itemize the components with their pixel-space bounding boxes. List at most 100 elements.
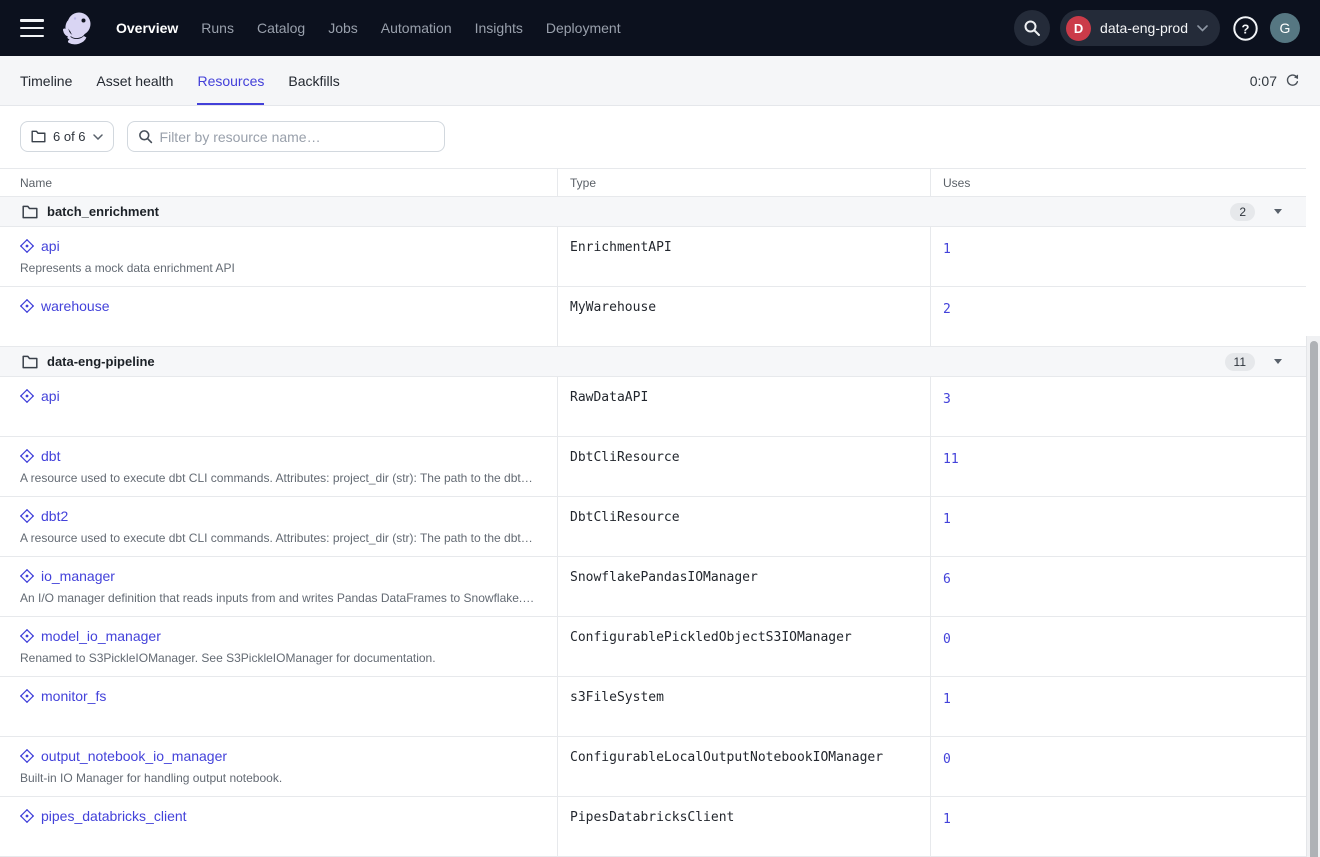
group-filter-button[interactable]: 6 of 6: [20, 121, 114, 152]
resource-name-link[interactable]: monitor_fs: [41, 688, 106, 704]
column-header-uses: Uses: [930, 169, 1306, 196]
resource-icon: [20, 629, 34, 643]
resource-name-link[interactable]: dbt2: [41, 508, 68, 524]
group-name: batch_enrichment: [47, 204, 159, 219]
chevron-down-icon: [93, 134, 103, 140]
refresh-icon[interactable]: [1285, 73, 1300, 88]
group-count-badge: 2: [1230, 203, 1255, 221]
resource-description: Built-in IO Manager for handling output …: [20, 771, 535, 785]
resource-type: PipesDatabricksClient: [557, 797, 930, 856]
resource-type: s3FileSystem: [557, 677, 930, 736]
octopus-icon: [58, 8, 96, 48]
chevron-down-icon: [1197, 25, 1208, 32]
help-button[interactable]: ?: [1230, 13, 1260, 43]
resource-type: ConfigurableLocalOutputNotebookIOManager: [557, 737, 930, 796]
resource-uses-link[interactable]: 0: [943, 752, 951, 767]
nav-item-jobs[interactable]: Jobs: [328, 20, 358, 36]
nav-item-automation[interactable]: Automation: [381, 20, 452, 36]
resource-name-link[interactable]: api: [41, 238, 60, 254]
overview-tab-bar: Timeline Asset health Resources Backfill…: [0, 56, 1320, 106]
resource-icon: [20, 749, 34, 763]
resource-type: MyWarehouse: [557, 287, 930, 346]
tab-timeline[interactable]: Timeline: [20, 56, 72, 105]
resources-table: Name Type Uses batch_enrichment 2: [0, 168, 1320, 857]
column-header-type: Type: [557, 169, 930, 196]
resource-uses-link[interactable]: 3: [943, 392, 951, 407]
resource-group-row[interactable]: batch_enrichment 2: [0, 197, 1306, 227]
nav-item-runs[interactable]: Runs: [201, 20, 234, 36]
resource-uses-link[interactable]: 1: [943, 512, 951, 527]
resource-row: monitor_fs s3FileSystem 1: [0, 677, 1306, 737]
menu-icon[interactable]: [20, 19, 44, 37]
resource-row: pipes_databricks_client PipesDatabricksC…: [0, 797, 1306, 857]
deployment-initial-badge: D: [1066, 16, 1091, 41]
folder-icon: [22, 205, 38, 219]
dagster-logo[interactable]: [58, 8, 96, 48]
table-header: Name Type Uses: [0, 168, 1306, 197]
resource-description: Represents a mock data enrichment API: [20, 261, 535, 275]
resource-type: EnrichmentAPI: [557, 227, 930, 286]
resource-type: RawDataAPI: [557, 377, 930, 436]
resource-row: output_notebook_io_manager Built-in IO M…: [0, 737, 1306, 797]
resource-row: api Represents a mock data enrichment AP…: [0, 227, 1306, 287]
resource-row: api RawDataAPI 3: [0, 377, 1306, 437]
resource-uses-link[interactable]: 0: [943, 632, 951, 647]
resource-icon: [20, 449, 34, 463]
user-avatar[interactable]: G: [1270, 13, 1300, 43]
resource-type: DbtCliResource: [557, 497, 930, 556]
resource-uses-link[interactable]: 6: [943, 572, 951, 587]
resource-icon: [20, 689, 34, 703]
folder-icon: [31, 130, 46, 143]
resource-row: dbt2 A resource used to execute dbt CLI …: [0, 497, 1306, 557]
resources-toolbar: 6 of 6: [0, 106, 1320, 168]
resource-name-link[interactable]: pipes_databricks_client: [41, 808, 187, 824]
collapse-caret-icon[interactable]: [1274, 209, 1282, 214]
resource-uses-link[interactable]: 1: [943, 242, 951, 257]
group-count-badge: 11: [1225, 353, 1255, 371]
top-nav: Overview Runs Catalog Jobs Automation In…: [0, 0, 1320, 56]
resource-icon: [20, 299, 34, 313]
resource-type: SnowflakePandasIOManager: [557, 557, 930, 616]
tab-asset-health[interactable]: Asset health: [96, 56, 173, 105]
resource-icon: [20, 809, 34, 823]
scrollbar-thumb[interactable]: [1310, 341, 1318, 857]
nav-item-catalog[interactable]: Catalog: [257, 20, 305, 36]
resource-uses-link[interactable]: 11: [943, 452, 959, 467]
resource-uses-link[interactable]: 2: [943, 302, 951, 317]
column-header-name: Name: [0, 169, 557, 196]
primary-nav: Overview Runs Catalog Jobs Automation In…: [116, 20, 621, 36]
resource-name-link[interactable]: model_io_manager: [41, 628, 161, 644]
search-icon: [138, 129, 153, 144]
deployment-name: data-eng-prod: [1100, 20, 1188, 36]
search-icon: [1023, 19, 1041, 37]
resource-name-link[interactable]: warehouse: [41, 298, 110, 314]
deployment-switcher[interactable]: D data-eng-prod: [1060, 10, 1220, 46]
resource-type: DbtCliResource: [557, 437, 930, 496]
resource-name-link[interactable]: dbt: [41, 448, 60, 464]
tab-resources[interactable]: Resources: [197, 56, 264, 105]
resource-row: model_io_manager Renamed to S3PickleIOMa…: [0, 617, 1306, 677]
resource-uses-link[interactable]: 1: [943, 812, 951, 827]
search-button[interactable]: [1014, 10, 1050, 46]
resource-name-link[interactable]: output_notebook_io_manager: [41, 748, 227, 764]
resource-uses-link[interactable]: 1: [943, 692, 951, 707]
nav-item-overview[interactable]: Overview: [116, 20, 178, 36]
help-icon: ?: [1232, 15, 1259, 42]
group-filter-label: 6 of 6: [53, 129, 86, 144]
resource-row: io_manager An I/O manager definition tha…: [0, 557, 1306, 617]
folder-icon: [22, 355, 38, 369]
resource-filter-input[interactable]: [160, 129, 434, 145]
svg-text:?: ?: [1241, 21, 1249, 36]
resource-name-link[interactable]: io_manager: [41, 568, 115, 584]
resource-icon: [20, 569, 34, 583]
nav-item-deployment[interactable]: Deployment: [546, 20, 621, 36]
resource-description: A resource used to execute dbt CLI comma…: [20, 471, 535, 485]
resource-icon: [20, 509, 34, 523]
tab-backfills[interactable]: Backfills: [288, 56, 339, 105]
collapse-caret-icon[interactable]: [1274, 359, 1282, 364]
resource-group-row[interactable]: data-eng-pipeline 11: [0, 347, 1306, 377]
nav-item-insights[interactable]: Insights: [475, 20, 523, 36]
resource-type: ConfigurablePickledObjectS3IOManager: [557, 617, 930, 676]
resource-name-link[interactable]: api: [41, 388, 60, 404]
vertical-scrollbar[interactable]: [1306, 336, 1320, 857]
